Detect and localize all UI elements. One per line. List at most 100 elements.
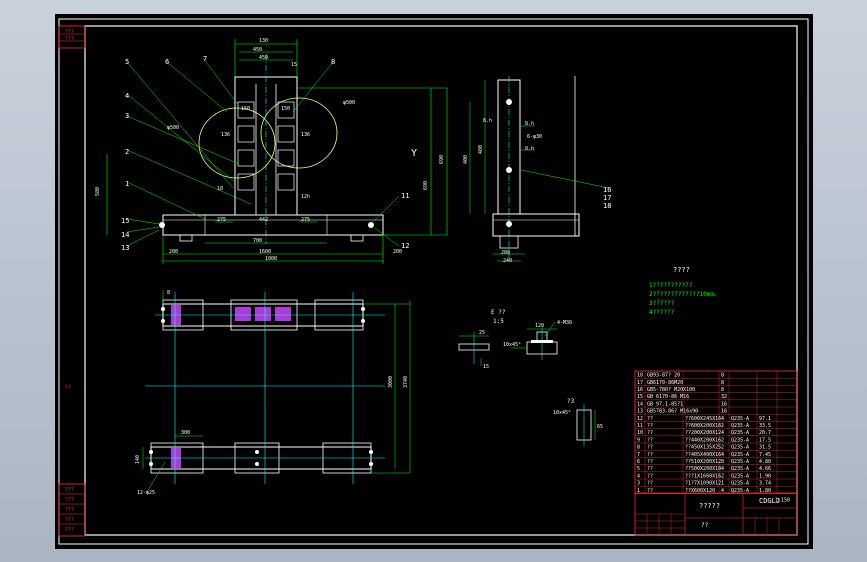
dim-label: 300 xyxy=(181,430,190,436)
plan-view: 3000 3740 300 140 12-φ25 8 xyxy=(135,290,411,496)
dim-label: 200 xyxy=(501,250,510,256)
bom-cell-wt: 17.5 xyxy=(759,437,771,443)
bom-cell-no: 11 xyxy=(637,423,643,429)
bom-cell-name: ??450X135X25 xyxy=(685,445,721,451)
bom-cell-mat: Q235-A xyxy=(731,416,749,422)
dim-label: 18 xyxy=(217,186,223,192)
drawing-viewport[interactable]: ??? ??? ?? ??? ??? ??? ??? ??? 130 450 4… xyxy=(55,14,813,549)
callout-number: 14 xyxy=(121,231,129,239)
view-mark: Y xyxy=(411,148,417,159)
callout-number: 11 xyxy=(401,192,409,200)
dim-label: 140 xyxy=(135,455,141,464)
notes-line: 1??????????? xyxy=(649,282,693,289)
technical-notes: ???? 1??????????? 2?????????????10mm。 3?… xyxy=(649,266,720,316)
bom-cell-no: 6 xyxy=(637,459,640,465)
bom-cell-wt: 31.5 xyxy=(759,445,771,451)
dim-label: 25 xyxy=(479,330,485,336)
bom-cell-mat: Q235-A xyxy=(731,445,749,451)
notes-line: 3?????? xyxy=(649,300,675,307)
bom-cell-no: 7 xyxy=(637,452,640,458)
dim-label: 8 xyxy=(167,290,170,296)
bom-cell-mat: Q235-A xyxy=(731,481,749,487)
bom-cell-qty: 2 xyxy=(721,473,724,479)
dim-label: 240 xyxy=(503,258,512,264)
dim-label: 8.h xyxy=(525,121,534,127)
bom-cell-code: GB5783-86? M16x90 xyxy=(647,409,698,415)
callout-number: 13 xyxy=(121,244,129,252)
bom-cell-no: 16 xyxy=(637,387,643,393)
callout-number: 1 xyxy=(125,180,129,188)
callout-number: 3 xyxy=(125,112,129,120)
bom-cell-qty: 8 xyxy=(721,459,724,465)
bom-cell-code: ?? xyxy=(647,416,653,422)
bom-cell-qty: 8 xyxy=(721,387,724,393)
dim-label: 275 xyxy=(217,217,226,223)
bom-cell-qty: 32 xyxy=(721,394,727,400)
bom-cell-no: 9 xyxy=(637,437,640,443)
unit-label: ?? xyxy=(701,522,709,529)
dim-label: 65 xyxy=(597,424,603,430)
dim-label: 15 xyxy=(483,364,489,370)
rotation-circle xyxy=(198,107,276,179)
rotation-circle xyxy=(260,97,338,169)
dim-label: 3000 xyxy=(388,376,394,388)
strip-label: ??? xyxy=(65,36,74,42)
dim-label: 1600 xyxy=(259,249,271,255)
bom-cell-qty: 4 xyxy=(721,430,724,436)
dim-label: 12h xyxy=(301,194,310,200)
bom-cell-mat: Q235-A xyxy=(731,452,749,458)
dim-label: 15 xyxy=(291,62,297,68)
dim-label: 136 xyxy=(221,132,230,138)
dim-label: 12-φ25 xyxy=(137,490,155,496)
dim-label: 8.h xyxy=(525,146,534,152)
dim-label: 480 xyxy=(478,145,484,154)
bom-cell-no: 8 xyxy=(637,445,640,451)
dim-label: 690 xyxy=(423,181,429,190)
drawing-number: CDGLJ xyxy=(759,497,780,505)
bom-cell-name: ???1X1660X16 xyxy=(685,473,721,479)
detail-e: E ?? 1:5 25 15 120 4-M30 10x45° xyxy=(458,309,572,370)
bom-cell-code: ?? xyxy=(647,481,653,487)
bom-cell-qty: 1 xyxy=(721,481,724,487)
side-base xyxy=(492,213,580,237)
dim-label: 3740 xyxy=(403,376,409,388)
bom-cell-code: ?? xyxy=(647,437,653,443)
bom-cell-mat: Q235-A xyxy=(731,466,749,472)
callout-number: 8 xyxy=(331,58,335,66)
drawing-name: ????? xyxy=(699,502,720,510)
detail-title: E ?? xyxy=(491,309,506,316)
bom-cell-no: 15 xyxy=(637,394,643,400)
bill-of-materials: 18 GB93-87? 20 817 GB6170-86M20 816 GB5-780? … xyxy=(634,370,798,503)
bom-cell-qty: 4 xyxy=(721,416,724,422)
bom-cell-no: 5 xyxy=(637,466,640,472)
dim-label: φ500 xyxy=(343,100,355,106)
dim-label: 450 xyxy=(259,55,268,61)
dim-label: 130 xyxy=(259,38,268,44)
dim-label: 6-φ30 xyxy=(527,134,542,140)
bom-cell-wt: 3.74 xyxy=(759,481,771,487)
bom-cell-no: 12 xyxy=(637,416,643,422)
bom-cell-name: ?1?7X1090X12 xyxy=(685,481,721,487)
detail-title: ?3 xyxy=(567,398,575,405)
bom-cell-name: ??500X200X18 xyxy=(685,466,721,472)
strip-label: ??? xyxy=(65,487,74,493)
callout-number: 4 xyxy=(125,92,129,100)
bom-cell-no: 13 xyxy=(637,409,643,415)
bom-cell-qty: 2 xyxy=(721,437,724,443)
bom-cell-code: ?? xyxy=(647,452,653,458)
dim-label: 450 xyxy=(253,47,262,53)
strip-label: ??? xyxy=(65,527,74,533)
bom-cell-qty: 8 xyxy=(721,380,724,386)
bom-cell-wt: 97.1 xyxy=(759,416,771,422)
strip-label: ??? xyxy=(65,507,74,513)
callout-number: 5 xyxy=(125,58,129,66)
detail-small: ?3 10x45° 65 xyxy=(553,398,603,446)
dim-label: 700 xyxy=(253,238,262,244)
dim-label: 10x45° xyxy=(553,410,571,416)
bom-cell-mat: Q235-A xyxy=(731,430,749,436)
bom-cell-code: GB 97.1-85?1 xyxy=(647,401,683,407)
strip-label: ??? xyxy=(65,517,74,523)
side-view: 400 480 8.h 8.h 6-φ30 8.h 200 240 16 17 … xyxy=(463,76,611,264)
title-block: ????? CDGLJ ?? xyxy=(634,492,798,536)
callout-number: 6 xyxy=(165,58,169,66)
